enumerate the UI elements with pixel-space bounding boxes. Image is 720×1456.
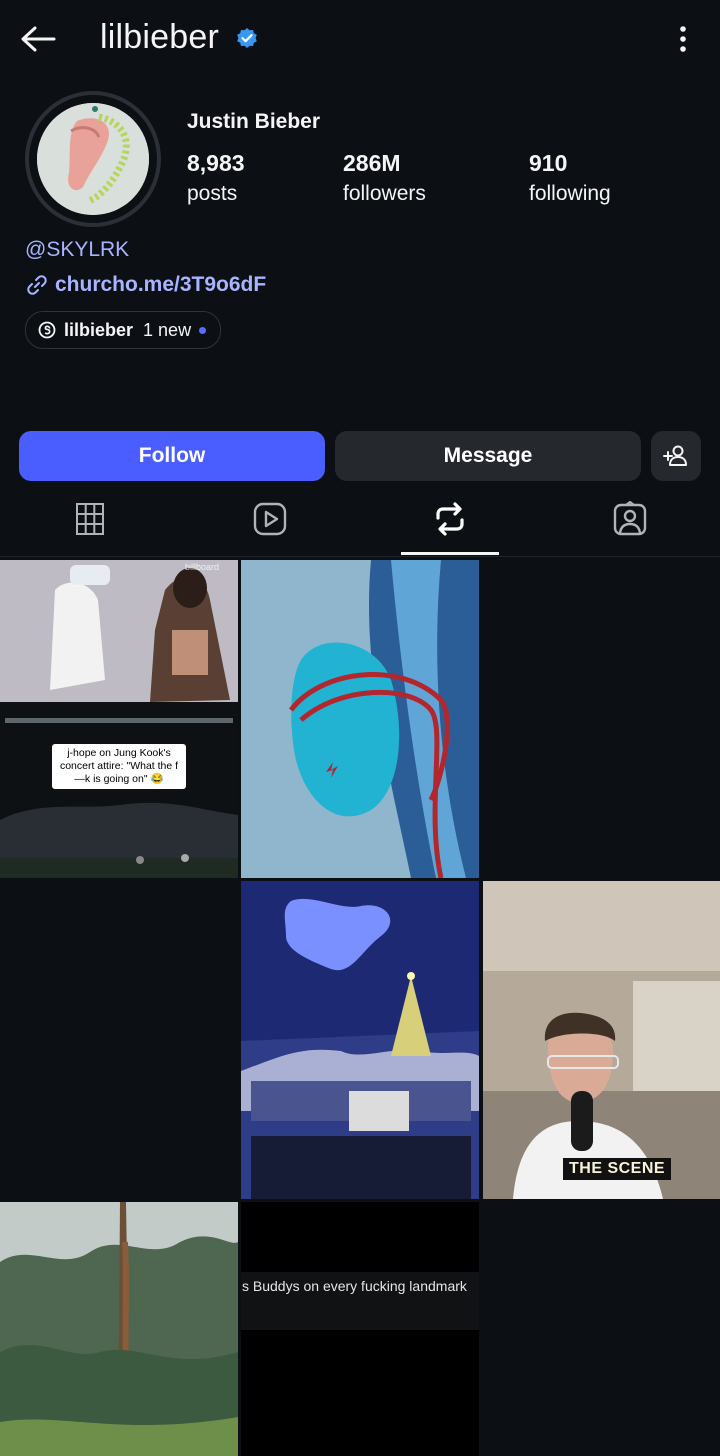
threads-profile-pill[interactable]: lilbieber 1 new <box>25 311 222 349</box>
reels-icon <box>253 502 287 536</box>
bio-link[interactable]: churcho.me/3T9o6dF <box>25 270 266 300</box>
link-icon <box>27 275 47 295</box>
message-button[interactable]: Message <box>335 431 641 481</box>
full-name: Justin Bieber <box>187 110 321 133</box>
post-tile-6-caption: s Buddys on every fucking landmark <box>242 1278 467 1294</box>
post-tile-4[interactable] <box>483 881 720 1199</box>
arrow-left-icon <box>21 26 56 52</box>
back-button[interactable] <box>18 20 58 60</box>
following-count[interactable]: 910 <box>529 150 567 177</box>
following-label[interactable]: following <box>529 182 611 206</box>
post-tile-3[interactable] <box>241 881 479 1199</box>
tab-reels[interactable] <box>250 497 290 541</box>
add-user-icon <box>663 445 687 466</box>
followers-label[interactable]: followers <box>343 182 426 206</box>
threads-username: lilbieber <box>64 319 134 340</box>
post-tile-5[interactable] <box>0 1202 238 1456</box>
post-tile-6[interactable] <box>241 1202 479 1456</box>
avatar[interactable] <box>37 103 149 215</box>
post-tile-1[interactable]: billboard <box>0 560 238 878</box>
post-tile-4-label: THE SCENE <box>563 1158 672 1180</box>
watermark-text: billboard <box>185 562 220 572</box>
threads-new-badge: 1 new <box>143 319 192 340</box>
active-tab-indicator <box>401 552 499 555</box>
profile-username: lilbieber <box>100 18 219 56</box>
tab-posts-grid[interactable] <box>70 497 110 541</box>
tagged-icon <box>613 501 647 536</box>
verified-badge-icon <box>237 28 257 48</box>
posts-label: posts <box>187 182 238 205</box>
reposts-icon <box>436 502 464 536</box>
followers-count[interactable]: 286M <box>343 150 401 177</box>
bio-threads-handle[interactable]: @SKYLRK <box>25 238 129 262</box>
more-vertical-icon <box>680 26 686 52</box>
suggest-users-button[interactable] <box>651 431 701 481</box>
new-indicator-dot <box>199 326 207 334</box>
bio-link-text: churcho.me/3T9o6dF <box>55 273 267 296</box>
tabs-divider <box>0 556 720 557</box>
follow-button[interactable]: Follow <box>19 431 325 481</box>
posts-count: 8,983 <box>187 150 245 176</box>
tab-tagged[interactable] <box>610 497 650 541</box>
tab-reposts[interactable] <box>430 497 470 541</box>
post-tile-2[interactable] <box>241 560 479 878</box>
post-tile-1-caption: j-hope on Jung Kook's concert attire: "W… <box>52 744 186 789</box>
grid-icon <box>76 503 104 535</box>
threads-icon <box>38 321 56 339</box>
more-options-button[interactable] <box>668 22 698 56</box>
